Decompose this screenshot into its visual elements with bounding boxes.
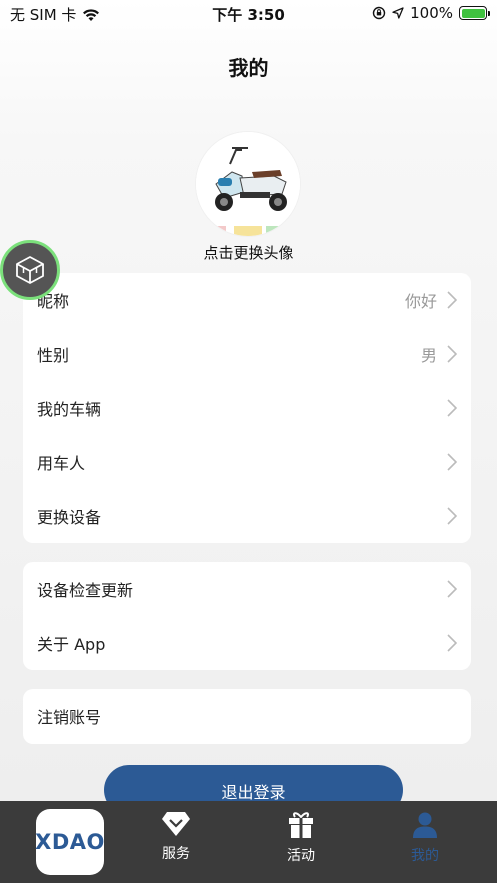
row-label: 我的车辆 bbox=[37, 400, 102, 419]
row-change-device[interactable]: 更换设备 bbox=[23, 489, 471, 543]
change-avatar-label[interactable]: 点击更换头像 bbox=[0, 242, 497, 263]
chevron-right-icon bbox=[447, 634, 457, 652]
row-gender[interactable]: 性别 男 bbox=[23, 327, 471, 381]
row-cancel-account[interactable]: 注销账号 bbox=[23, 689, 471, 743]
app-logo-text: XDAO bbox=[35, 830, 105, 854]
battery-percent: 100% bbox=[410, 4, 453, 22]
chevron-right-icon bbox=[447, 453, 457, 471]
page-title: 我的 bbox=[228, 56, 269, 80]
scooter-image bbox=[196, 132, 300, 236]
tab-label: 我的 bbox=[411, 848, 439, 864]
tab-mine[interactable]: 我的 bbox=[385, 811, 465, 865]
tab-service[interactable]: 服务 bbox=[136, 811, 216, 863]
row-label: 昵称 bbox=[37, 292, 70, 311]
row-about-app[interactable]: 关于 App bbox=[23, 616, 471, 670]
row-label: 注销账号 bbox=[37, 708, 102, 727]
row-label: 关于 App bbox=[37, 635, 106, 654]
row-value: 你好 bbox=[404, 292, 437, 311]
chevron-right-icon bbox=[447, 507, 457, 525]
account-card: 注销账号 bbox=[23, 689, 471, 744]
tab-label: 活动 bbox=[287, 848, 315, 864]
cube-icon bbox=[16, 256, 44, 284]
row-value: 男 bbox=[420, 346, 437, 365]
tab-activity[interactable]: 活动 bbox=[261, 811, 341, 865]
battery-fill bbox=[461, 8, 485, 18]
gift-icon bbox=[289, 812, 313, 838]
row-label: 更换设备 bbox=[37, 508, 102, 527]
status-bar: 无 SIM 卡 下午 3:50 100% bbox=[0, 0, 497, 26]
chevron-right-icon bbox=[447, 580, 457, 598]
diamond-icon bbox=[162, 812, 190, 836]
chevron-right-icon bbox=[447, 345, 457, 363]
app-card: 设备检查更新 关于 App bbox=[23, 562, 471, 670]
battery-icon bbox=[459, 6, 490, 20]
app-logo[interactable]: XDAO bbox=[35, 809, 105, 875]
profile-card: 昵称 你好 性别 男 我的车辆 用车人 更换设备 bbox=[23, 273, 471, 543]
orientation-lock-icon bbox=[372, 6, 386, 20]
tab-bar: XDAO 服务 活动 我的 bbox=[0, 801, 497, 883]
tab-label: 服务 bbox=[162, 846, 190, 862]
row-label: 设备检查更新 bbox=[37, 581, 134, 600]
person-icon bbox=[413, 812, 437, 838]
row-label: 用车人 bbox=[37, 454, 86, 473]
row-my-vehicle[interactable]: 我的车辆 bbox=[23, 381, 471, 435]
row-check-update[interactable]: 设备检查更新 bbox=[23, 562, 471, 616]
location-icon bbox=[392, 7, 404, 19]
row-nickname[interactable]: 昵称 你好 bbox=[23, 273, 471, 327]
avatar[interactable] bbox=[196, 132, 300, 236]
row-vehicle-user[interactable]: 用车人 bbox=[23, 435, 471, 489]
chevron-right-icon bbox=[447, 399, 457, 417]
row-label: 性别 bbox=[37, 346, 70, 365]
floating-cube-button[interactable] bbox=[0, 240, 60, 300]
chevron-right-icon bbox=[447, 291, 457, 309]
